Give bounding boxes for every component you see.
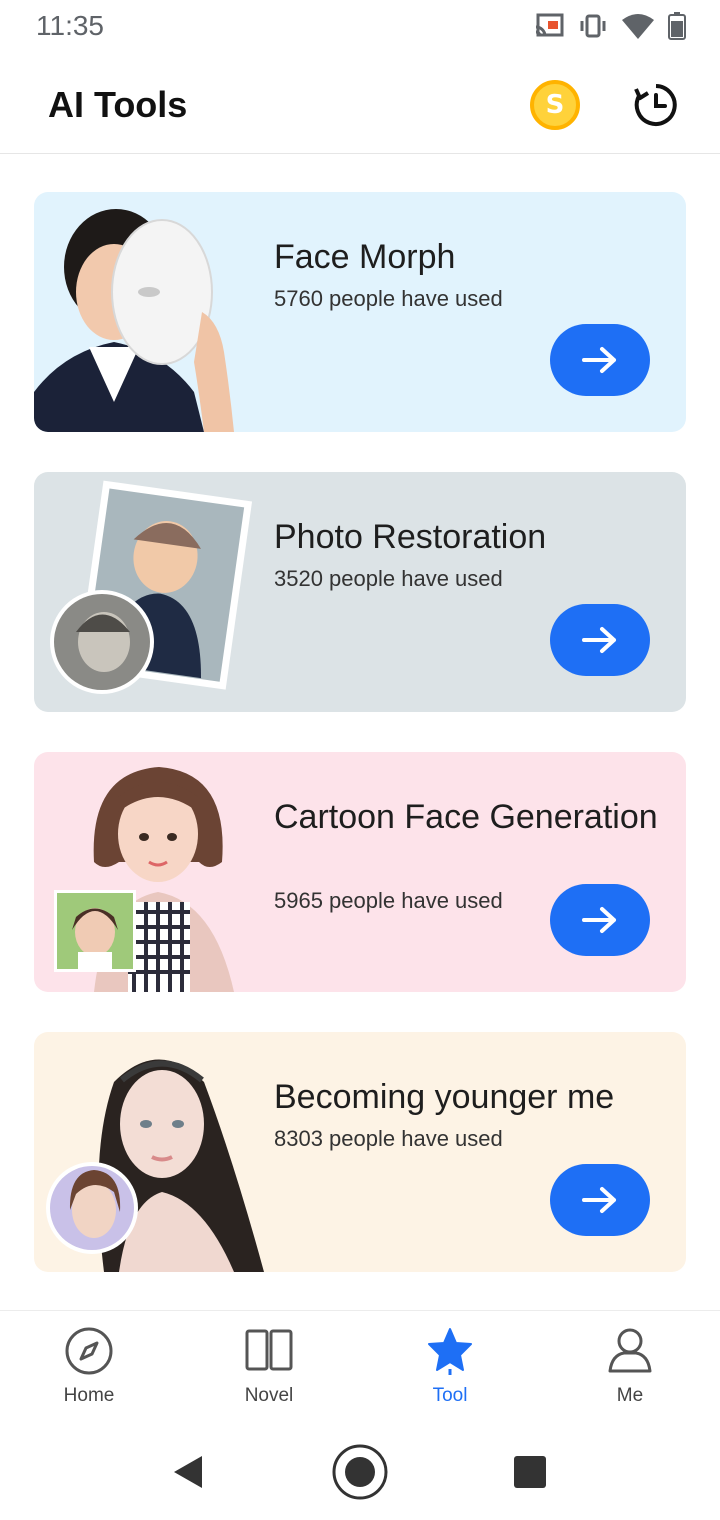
tool-card-younger-me[interactable]: Becoming younger me 8303 people have use… [34, 1032, 686, 1272]
nav-item-home[interactable]: Home [29, 1325, 149, 1407]
tool-card-cartoon-face[interactable]: Cartoon Face Generation 5965 people have… [34, 752, 686, 992]
coin-icon: S [545, 90, 565, 120]
cast-icon [535, 13, 564, 37]
face-morph-image [34, 209, 234, 432]
status-time: 11:35 [36, 10, 104, 41]
nav-item-novel[interactable]: Novel [209, 1325, 329, 1407]
arrow-right-icon [582, 627, 616, 653]
recents-square-icon[interactable] [514, 1456, 546, 1488]
book-icon [245, 1329, 293, 1371]
card-usage-count: 3520 people have used [274, 566, 503, 591]
back-icon[interactable] [170, 1454, 206, 1490]
person-icon [608, 1328, 652, 1373]
bottom-navigation: Home Novel Tool Me [0, 1310, 720, 1420]
nav-item-me[interactable]: Me [570, 1325, 690, 1407]
card-usage-count: 5965 people have used [274, 888, 503, 913]
home-circle-icon[interactable] [331, 1443, 389, 1501]
status-icons [534, 12, 686, 40]
nav-label: Tool [432, 1385, 468, 1406]
tool-card-photo-restoration[interactable]: Photo Restoration 3520 people have used [34, 472, 686, 712]
nav-label: Me [616, 1385, 644, 1406]
arrow-button[interactable] [550, 604, 650, 676]
arrow-right-icon [582, 1187, 616, 1213]
arrow-right-icon [582, 347, 616, 373]
compass-icon [65, 1327, 113, 1375]
coin-button[interactable]: S [530, 80, 580, 130]
arrow-button[interactable] [550, 884, 650, 956]
card-title: Face Morph [274, 238, 456, 276]
card-usage-count: 5760 people have used [274, 286, 503, 311]
arrow-right-icon [582, 907, 616, 933]
nav-label: Home [63, 1385, 115, 1406]
card-title: Cartoon Face Generation [274, 798, 658, 836]
arrow-button[interactable] [550, 1164, 650, 1236]
history-icon[interactable] [632, 81, 680, 129]
nav-label: Novel [244, 1385, 294, 1406]
vibrate-icon [580, 14, 606, 38]
nav-item-tool[interactable]: Tool [390, 1325, 510, 1407]
star-icon [428, 1328, 472, 1375]
younger-me-image [46, 1059, 264, 1272]
tool-card-face-morph[interactable]: Face Morph 5760 people have used [34, 192, 686, 432]
card-usage-count: 8303 people have used [274, 1126, 503, 1151]
arrow-button[interactable] [550, 324, 650, 396]
app-header: AI Tools S [0, 56, 720, 154]
cartoon-face-image [54, 767, 234, 992]
page-title: AI Tools [48, 84, 188, 125]
wifi-icon [622, 14, 654, 39]
battery-icon [668, 12, 686, 40]
system-navigation-bar [0, 1420, 720, 1520]
photo-restoration-image [50, 480, 253, 694]
status-bar: 11:35 [0, 0, 720, 56]
card-title: Photo Restoration [274, 518, 547, 556]
card-title: Becoming younger me [274, 1078, 615, 1116]
